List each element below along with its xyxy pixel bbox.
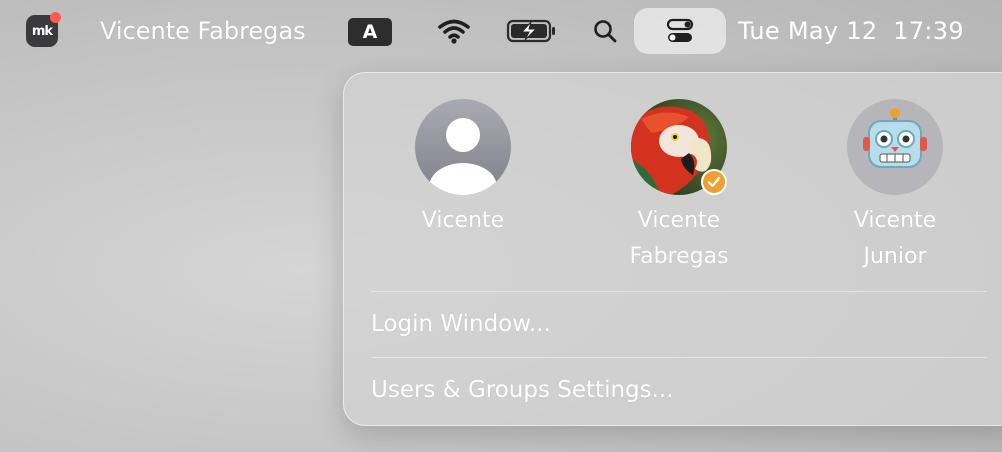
- user-name-label: Vicente Junior: [853, 208, 937, 269]
- user-vicente-junior[interactable]: Vicente Junior: [805, 99, 985, 275]
- divider: [371, 291, 987, 292]
- mk-app-icon[interactable]: mk: [26, 12, 61, 47]
- control-center-icon[interactable]: [634, 8, 726, 54]
- notification-dot: [50, 12, 61, 23]
- user-switch-panel: Vicente Vicente Fabregas Vicente Junior …: [343, 72, 1002, 426]
- search-icon[interactable]: [588, 0, 622, 62]
- fast-user-switch-menu[interactable]: Vicente Fabregas: [100, 0, 306, 62]
- menubar-clock[interactable]: Tue May 12 17:39: [738, 0, 964, 62]
- wifi-icon[interactable]: [432, 0, 476, 62]
- robot-emoji-avatar: [847, 99, 943, 195]
- battery-charging-icon[interactable]: [504, 0, 560, 62]
- input-source-menu[interactable]: A: [348, 18, 392, 46]
- user-vicente-fabregas[interactable]: Vicente Fabregas: [589, 99, 769, 275]
- login-window-item[interactable]: Login Window...: [371, 311, 551, 337]
- user-name-label: Vicente: [421, 208, 505, 233]
- divider: [371, 357, 987, 358]
- parrot-photo-avatar: [631, 99, 727, 195]
- users-groups-settings-item[interactable]: Users & Groups Settings...: [371, 377, 674, 403]
- menu-bar: mk Vicente Fabregas A Tue May 12 17:39: [0, 0, 1002, 62]
- mk-logo-text: mk: [31, 23, 53, 39]
- user-vicente[interactable]: Vicente: [373, 99, 553, 239]
- generic-person-avatar: [415, 99, 511, 195]
- user-name-label: Vicente Fabregas: [629, 208, 729, 269]
- selected-checkmark-icon: [701, 169, 727, 195]
